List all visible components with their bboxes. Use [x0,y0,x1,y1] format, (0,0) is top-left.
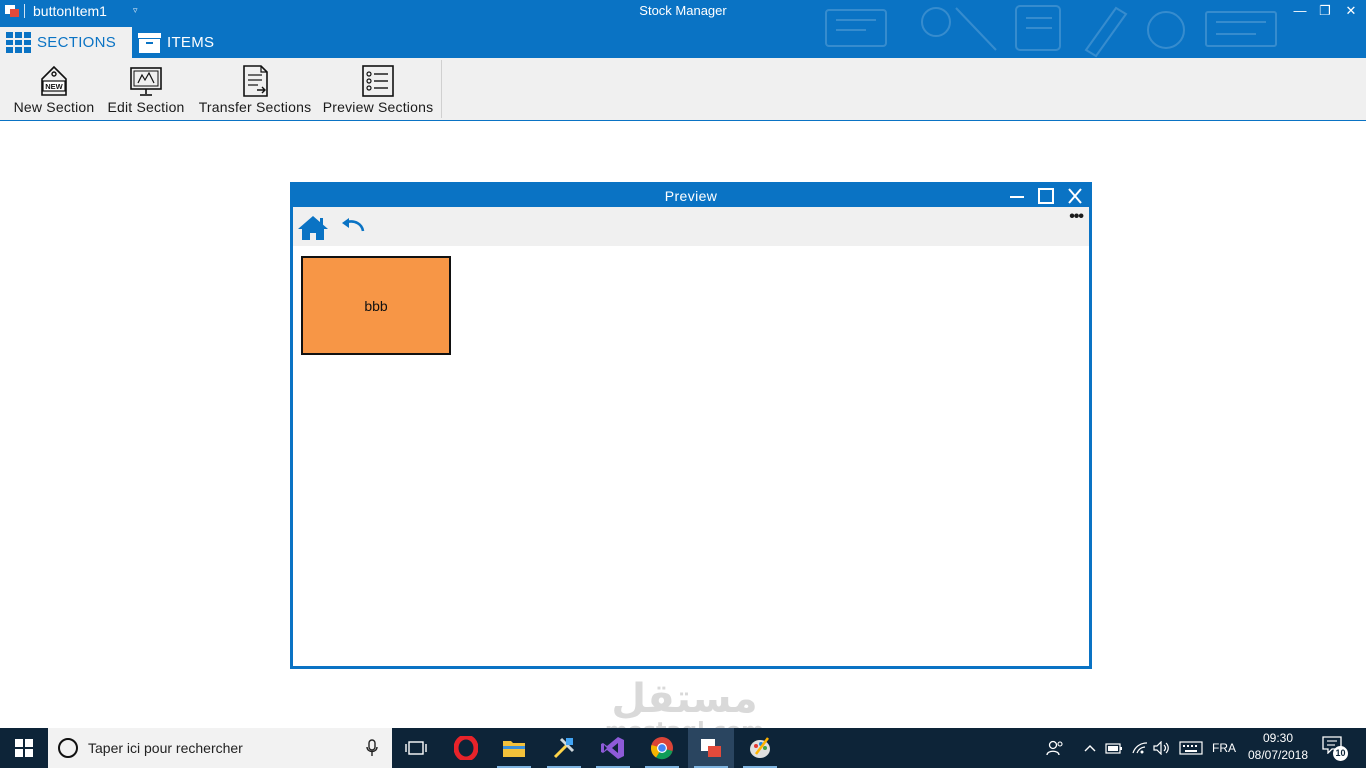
windows-icon [15,739,33,757]
taskbar: Taper ici pour rechercher FRA 09:30 08/0… [0,728,1366,768]
volume-icon[interactable] [1151,728,1173,768]
chrome-icon[interactable] [639,728,685,768]
preview-window: Preview ••• bbb [290,182,1092,669]
tab-sections[interactable]: SECTIONS [0,27,132,58]
paint-icon[interactable] [737,728,783,768]
document-transfer-icon [243,65,268,97]
home-icon[interactable] [297,215,329,241]
start-button[interactable] [0,728,48,768]
new-section-label: New Section [13,99,95,115]
transfer-sections-button[interactable]: Transfer Sections [193,58,317,120]
checklist-icon [362,65,394,97]
window-title: Stock Manager [639,3,727,18]
tab-items-label: ITEMS [167,34,215,51]
clock-date: 08/07/2018 [1247,748,1309,762]
section-card[interactable]: bbb [301,256,451,355]
tools-icon[interactable] [541,728,587,768]
section-card-label: bbb [364,297,388,314]
cortana-icon [58,738,78,758]
notification-badge: 10 [1333,746,1348,761]
preview-minimize-button[interactable] [1006,187,1028,205]
new-section-button[interactable]: NEW New Section [8,58,100,120]
close-button[interactable]: ✕ [1337,2,1365,20]
transfer-sections-label: Transfer Sections [198,99,312,115]
minimize-button[interactable]: — [1286,2,1314,20]
edit-section-label: Edit Section [107,99,185,115]
chevron-up-icon[interactable] [1080,728,1100,768]
file-explorer-icon[interactable] [491,728,537,768]
edit-monitor-icon [130,67,162,96]
visual-studio-icon[interactable] [590,728,636,768]
preview-sections-button[interactable]: Preview Sections [319,58,437,120]
preview-toolbar: ••• [293,207,1089,246]
tab-items[interactable]: ITEMS [138,27,214,58]
title-bar: buttonItem1 ▿ Stock Manager — ❐ ✕ SECTIO… [0,0,1366,58]
svg-text:NEW: NEW [45,82,63,91]
undo-icon[interactable] [341,218,365,234]
preview-title-bar[interactable]: Preview [293,185,1089,207]
preview-close-button[interactable] [1064,187,1086,205]
wifi-icon[interactable] [1129,728,1151,768]
ribbon: NEW New Section Edit Section Transfer Se… [0,58,1366,121]
preview-title: Preview [664,188,718,204]
stock-manager-icon[interactable] [688,728,734,768]
microphone-icon[interactable] [366,739,378,757]
action-center-button[interactable]: 10 [1322,736,1348,761]
preview-maximize-button[interactable] [1035,187,1057,205]
keyboard-icon[interactable] [1177,728,1205,768]
watermark-arabic: مستقل [611,676,758,722]
edit-section-button[interactable]: Edit Section [102,58,190,120]
clock[interactable]: 09:30 08/07/2018 [1246,730,1310,764]
box-icon [138,32,161,53]
battery-icon[interactable] [1103,728,1125,768]
task-view-icon[interactable] [393,728,439,768]
clock-time: 09:30 [1262,731,1294,745]
taskbar-search[interactable]: Taper ici pour rechercher [48,728,392,768]
new-tag-icon: NEW [41,65,67,96]
tab-sections-label: SECTIONS [37,34,117,51]
grid-icon [6,32,31,53]
language-indicator[interactable]: FRA [1208,728,1240,768]
search-placeholder: Taper ici pour rechercher [88,740,243,756]
opera-icon[interactable] [443,728,489,768]
people-icon[interactable] [1042,728,1068,768]
more-options-icon[interactable]: ••• [1069,208,1084,226]
ribbon-separator [441,60,442,118]
preview-sections-label: Preview Sections [322,99,434,115]
restore-button[interactable]: ❐ [1311,2,1339,20]
